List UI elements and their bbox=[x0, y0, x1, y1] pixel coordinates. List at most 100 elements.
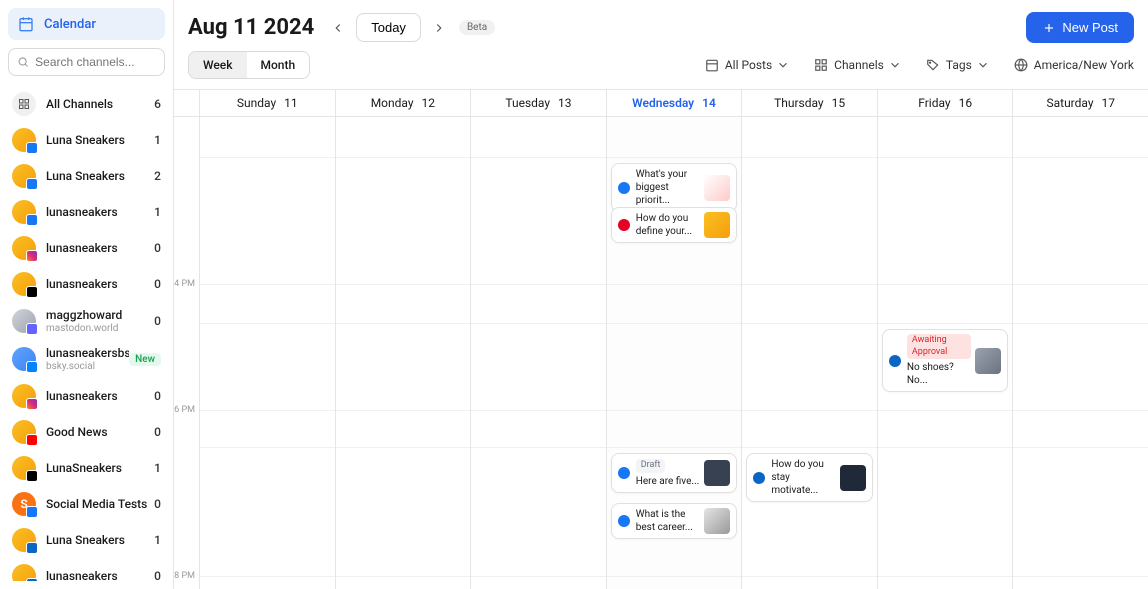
event-card[interactable]: How do you stay motivate... bbox=[746, 453, 873, 502]
channel-avatar bbox=[12, 128, 36, 152]
channel-avatar bbox=[12, 272, 36, 296]
event-card[interactable]: How do you define your... bbox=[611, 207, 738, 243]
event-thumbnail bbox=[975, 348, 1001, 374]
today-button[interactable]: Today bbox=[356, 13, 421, 42]
channel-count: 0 bbox=[154, 497, 161, 511]
search-box[interactable] bbox=[8, 48, 165, 76]
channel-avatar bbox=[12, 564, 36, 581]
channel-name: lunasneakers bbox=[46, 205, 154, 219]
event-thumbnail bbox=[840, 465, 866, 491]
day-header-saturday: Saturday17 bbox=[1013, 90, 1148, 116]
event-card[interactable]: Draft Here are five... bbox=[611, 453, 738, 493]
channel-name: maggzhoward bbox=[46, 308, 122, 322]
day-column-sunday[interactable] bbox=[200, 117, 336, 589]
event-text: How do you define your... bbox=[636, 212, 701, 238]
filter-channels-dropdown[interactable]: Channels bbox=[814, 58, 908, 72]
channel-count: 0 bbox=[154, 569, 161, 581]
view-segmented: Week Month bbox=[188, 51, 310, 79]
day-column-thursday[interactable]: How do you stay motivate... bbox=[742, 117, 878, 589]
instagram-badge-icon bbox=[26, 398, 38, 410]
channel-item[interactable]: S Social Media Tests 0 bbox=[8, 486, 165, 522]
channel-item[interactable]: maggzhoward mastodon.world 0 bbox=[8, 302, 165, 340]
timezone-selector[interactable]: America/New York bbox=[1014, 58, 1134, 72]
channel-sub: mastodon.world bbox=[46, 323, 154, 334]
prev-week-button[interactable] bbox=[326, 16, 350, 40]
facebook-badge-icon bbox=[26, 506, 38, 518]
channel-item[interactable]: lunasneakers 0 bbox=[8, 378, 165, 414]
channel-count: 1 bbox=[154, 133, 161, 147]
channel-item[interactable]: lunasneakers 0 bbox=[8, 230, 165, 266]
channel-item[interactable]: Luna Sneakers 1 bbox=[8, 522, 165, 558]
channel-item[interactable]: Luna Sneakers 2 bbox=[8, 158, 165, 194]
channel-count: 0 bbox=[154, 241, 161, 255]
channel-item[interactable]: Luna Sneakers 1 bbox=[8, 122, 165, 158]
day-column-saturday[interactable] bbox=[1013, 117, 1148, 589]
facebook-badge-icon bbox=[26, 142, 38, 154]
pinterest-icon bbox=[618, 219, 630, 231]
sidebar: Calendar All Channels 6 Luna Sneakers 1 … bbox=[0, 0, 174, 589]
event-card[interactable]: Awaiting Approval No shoes? No... bbox=[882, 329, 1009, 392]
event-card[interactable]: What's your biggest priorit... bbox=[611, 163, 738, 212]
channel-name: Luna Sneakers bbox=[46, 533, 154, 547]
channel-count: 0 bbox=[154, 314, 161, 328]
event-thumbnail bbox=[704, 175, 730, 201]
channel-name: Luna Sneakers bbox=[46, 133, 154, 147]
channel-all[interactable]: All Channels 6 bbox=[8, 86, 165, 122]
channel-item[interactable]: lunasneakers 0 bbox=[8, 266, 165, 302]
tiktok-badge-icon bbox=[26, 286, 38, 298]
linkedin-icon bbox=[753, 472, 765, 484]
event-card[interactable]: What is the best career... bbox=[611, 503, 738, 539]
filter-posts-dropdown[interactable]: All Posts bbox=[705, 58, 796, 72]
search-icon bbox=[17, 55, 29, 69]
day-header-tuesday: Tuesday13 bbox=[471, 90, 607, 116]
day-column-monday[interactable] bbox=[336, 117, 472, 589]
linkedin-icon bbox=[889, 355, 901, 367]
day-column-tuesday[interactable] bbox=[471, 117, 607, 589]
day-column-wednesday[interactable]: What's your biggest priorit... How do yo… bbox=[607, 117, 743, 589]
instagram-badge-icon bbox=[26, 250, 38, 262]
beta-badge: Beta bbox=[459, 20, 495, 35]
time-label: 8 PM bbox=[174, 571, 195, 581]
facebook-badge-icon bbox=[26, 214, 38, 226]
calendar-header: Sunday11 Monday12 Tuesday13 Wednesday14 … bbox=[174, 89, 1148, 117]
topbar: Aug 11 2024 Today Beta New Post bbox=[174, 0, 1148, 51]
channel-count: 1 bbox=[154, 205, 161, 219]
time-label: 4 PM bbox=[174, 279, 195, 289]
channel-item[interactable]: lunasneakers 1 bbox=[8, 194, 165, 230]
channel-avatar bbox=[12, 528, 36, 552]
channel-name: lunasneakers bbox=[46, 389, 154, 403]
event-text: How do you stay motivate... bbox=[771, 458, 836, 497]
channel-item[interactable]: LunaSneakers 1 bbox=[8, 450, 165, 486]
chevron-down-icon bbox=[776, 58, 790, 72]
channel-count: 1 bbox=[154, 533, 161, 547]
filter-tags-dropdown[interactable]: Tags bbox=[926, 58, 996, 72]
channel-item[interactable]: lunasneakers 0 bbox=[8, 558, 165, 581]
main-content: Aug 11 2024 Today Beta New Post Week Mon… bbox=[174, 0, 1148, 589]
day-column-friday[interactable]: Awaiting Approval No shoes? No... bbox=[878, 117, 1014, 589]
channel-count: 0 bbox=[154, 389, 161, 403]
event-text: What is the best career... bbox=[636, 508, 701, 534]
channel-avatar bbox=[12, 420, 36, 444]
new-post-button[interactable]: New Post bbox=[1026, 12, 1134, 43]
channel-name: lunasneakers bbox=[46, 569, 154, 581]
chevron-down-icon bbox=[976, 58, 990, 72]
channel-item[interactable]: Good News 0 bbox=[8, 414, 165, 450]
channel-count: 2 bbox=[154, 169, 161, 183]
awaiting-approval-badge: Awaiting Approval bbox=[907, 334, 972, 359]
view-month-button[interactable]: Month bbox=[247, 52, 310, 78]
sidebar-calendar-link[interactable]: Calendar bbox=[8, 8, 165, 40]
channel-name: lunasneakers bbox=[46, 277, 154, 291]
channel-count: 1 bbox=[154, 461, 161, 475]
search-input[interactable] bbox=[35, 55, 156, 69]
view-week-button[interactable]: Week bbox=[189, 52, 247, 78]
linkedin-badge-icon bbox=[26, 578, 38, 581]
channel-name: All Channels bbox=[46, 97, 154, 111]
channel-item[interactable]: lunasneakersbsky... bsky.social New bbox=[8, 340, 165, 378]
channels-icon bbox=[814, 58, 828, 72]
channel-name: lunasneakers bbox=[46, 241, 154, 255]
calendar-body[interactable]: 4 PM 6 PM 8 PM What's your biggest prior… bbox=[174, 117, 1148, 589]
youtube-badge-icon bbox=[26, 434, 38, 446]
draft-badge: Draft bbox=[636, 459, 666, 473]
next-week-button[interactable] bbox=[427, 16, 451, 40]
facebook-badge-icon bbox=[26, 178, 38, 190]
